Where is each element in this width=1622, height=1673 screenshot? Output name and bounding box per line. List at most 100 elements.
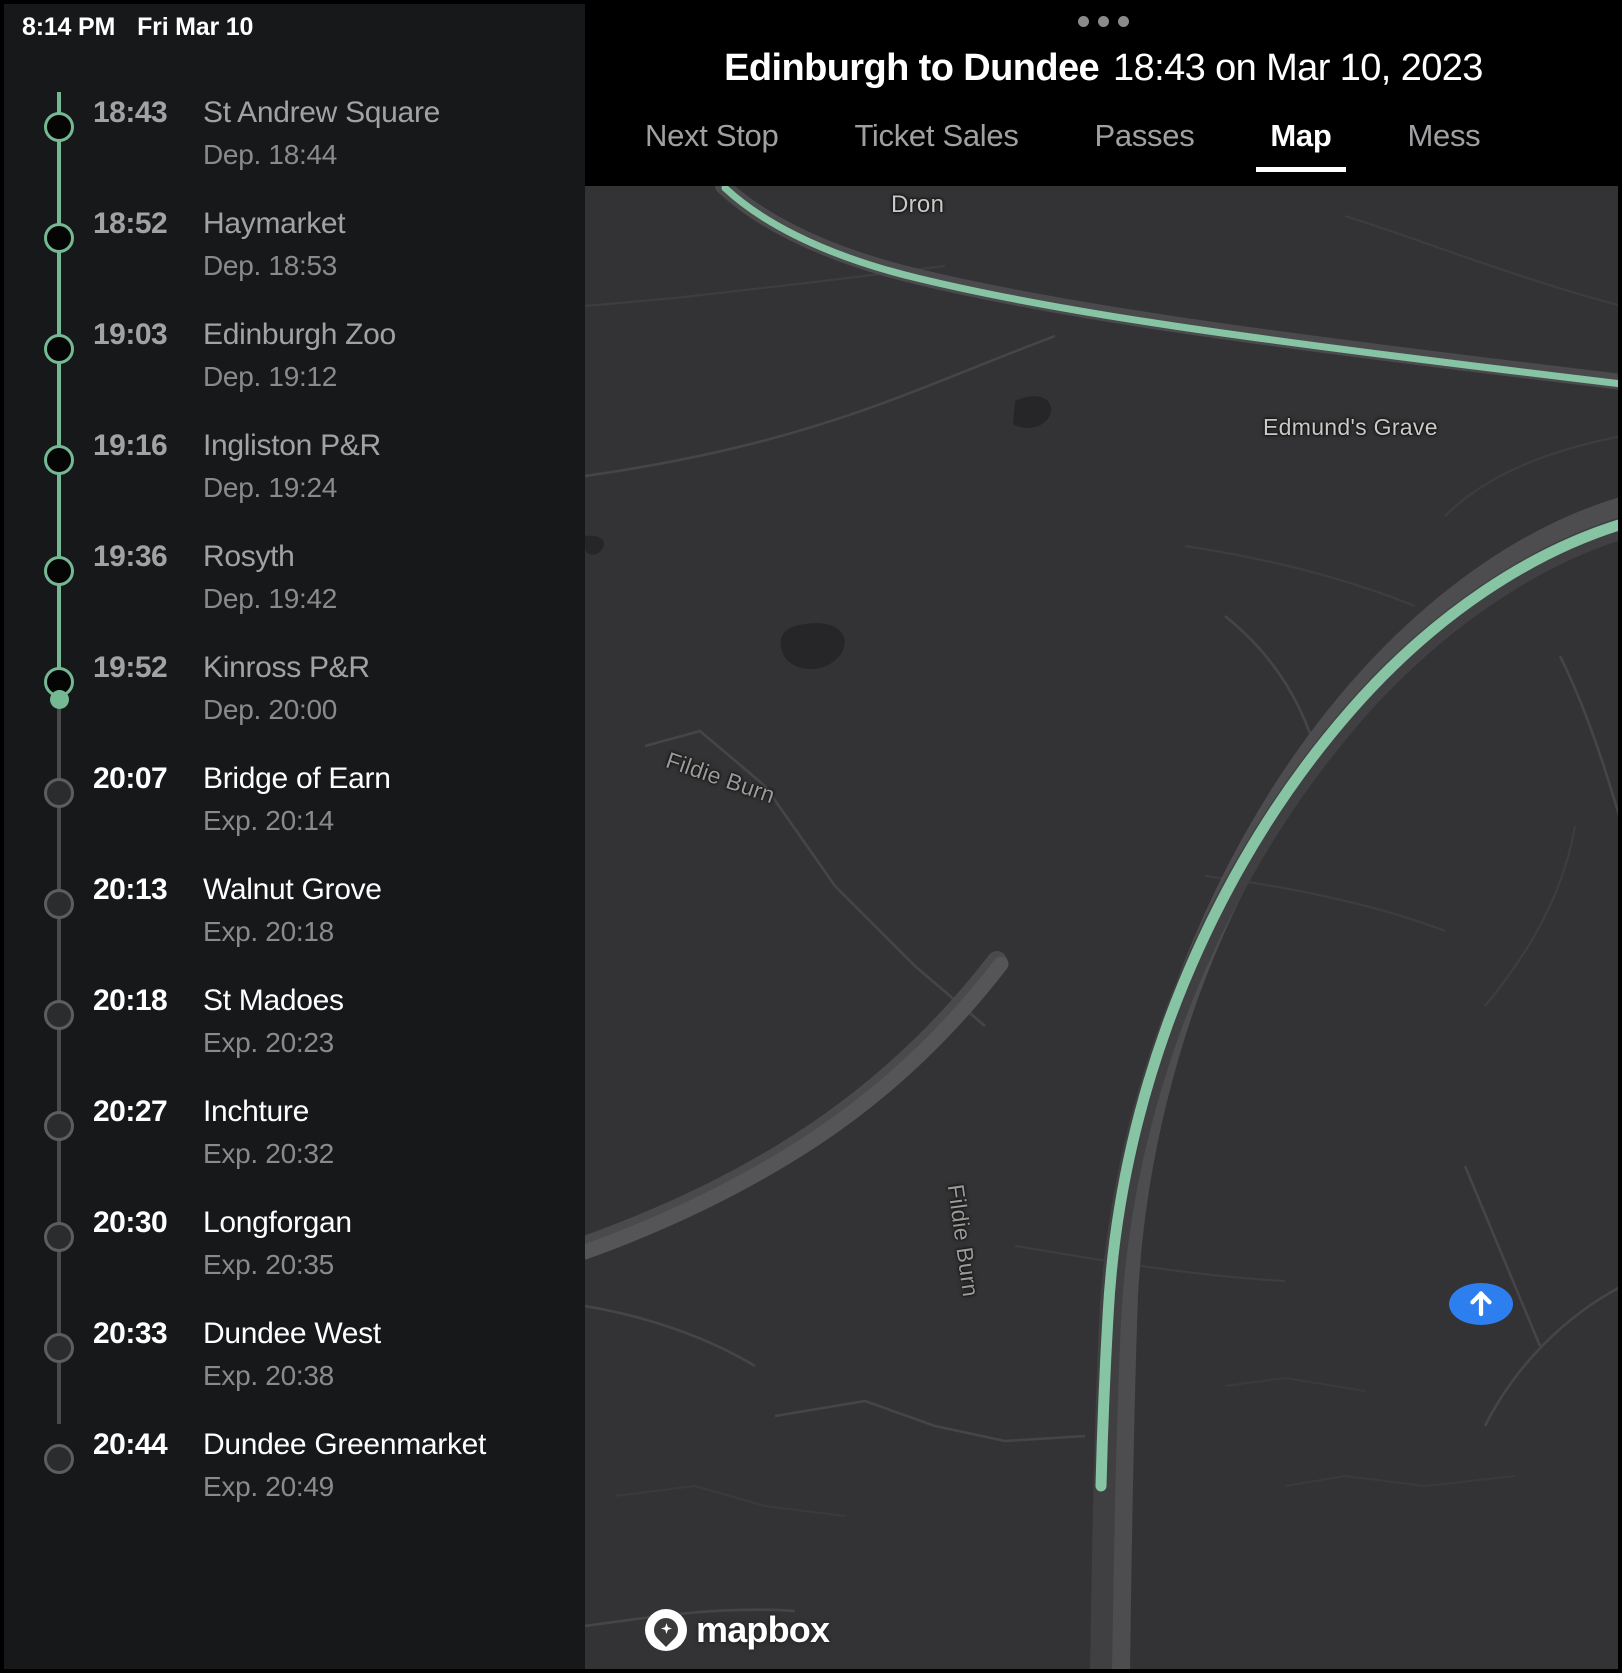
timeline-connector [57,1091,61,1202]
stop-row[interactable]: 18:52 Haymarket Dep. 18:53 [0,203,585,314]
trip-route-name: Edinburgh to Dundee [724,47,1100,89]
stop-name: St Madoes [203,984,344,1017]
stop-scheduled-time: 19:36 [93,540,168,573]
trip-tracker-app: 8:14 PM Fri Mar 10 18:43 St Andrew Square… [0,0,1622,1673]
timeline-connector [57,1313,61,1424]
stop-name: Haymarket [203,207,346,240]
stop-marker-dot [44,334,74,364]
tab-ticket-sales[interactable]: Ticket Sales [854,118,1018,172]
stop-row[interactable]: 20:33 Dundee West Exp. 20:38 [0,1313,585,1424]
mapbox-attribution[interactable]: mapbox [645,1609,830,1651]
stop-departure-time: Dep. 19:12 [203,361,337,392]
stop-scheduled-time: 20:44 [93,1428,168,1461]
map-canvas[interactable]: Dron Edmund's Grave Fildie Burn Fildie B… [585,186,1622,1673]
status-bar-date: Fri Mar 10 [137,12,254,41]
stop-name: Ingliston P&R [203,429,381,462]
drag-handle-icon[interactable] [585,16,1622,27]
stop-scheduled-time: 19:52 [93,651,168,684]
stop-row[interactable]: 20:44 Dundee Greenmarket Exp. 20:49 [0,1424,585,1535]
stop-name: Kinross P&R [203,651,370,684]
stop-list[interactable]: 18:43 St Andrew Square Dep. 18:44 18:52 Haym… [0,46,585,1535]
stop-row[interactable]: 20:07 Bridge of Earn Exp. 20:14 [0,758,585,869]
timeline-connector [57,1424,61,1535]
stop-departure-time: Dep. 20:00 [203,694,337,725]
timeline-connector [57,425,61,536]
stop-marker-dot [44,1111,74,1141]
stop-name: Walnut Grove [203,873,382,906]
stop-marker-dot [44,1333,74,1363]
arrow-up-icon [1470,1291,1492,1317]
stop-name: Dundee West [203,1317,381,1350]
stop-marker-dot [44,223,74,253]
tab-map[interactable]: Map [1256,118,1346,172]
stop-name: Edinburgh Zoo [203,318,396,351]
stop-name: Longforgan [203,1206,352,1239]
map-header: Edinburgh to Dundee 18:43 on Mar 10, 2023… [585,0,1622,186]
stop-scheduled-time: 19:03 [93,318,168,351]
map-vector-layer [585,186,1622,1673]
stop-departure-time: Dep. 19:42 [203,583,337,614]
stop-departure-time: Exp. 20:35 [203,1249,334,1280]
timeline-connector [57,980,61,1091]
tab-next-stop[interactable]: Next Stop [645,118,779,172]
status-bar: 8:14 PM Fri Mar 10 [0,0,585,46]
timeline-connector [57,203,61,314]
stop-row[interactable]: 18:43 St Andrew Square Dep. 18:44 [0,92,585,203]
tab-mess[interactable]: Mess [1408,118,1481,172]
stop-name: Rosyth [203,540,295,573]
tab-passes[interactable]: Passes [1095,118,1195,172]
stop-name: Dundee Greenmarket [203,1428,487,1461]
stop-row[interactable]: 20:13 Walnut Grove Exp. 20:18 [0,869,585,980]
timeline-connector [57,92,61,203]
status-bar-time: 8:14 PM [22,12,116,41]
vehicle-position-marker[interactable] [1449,1283,1513,1325]
stop-scheduled-time: 20:30 [93,1206,168,1239]
stop-row[interactable]: 19:16 Ingliston P&R Dep. 19:24 [0,425,585,536]
stop-scheduled-time: 20:27 [93,1095,168,1128]
stop-marker-dot [44,556,74,586]
stop-scheduled-time: 20:18 [93,984,168,1017]
stop-scheduled-time: 20:07 [93,762,168,795]
stop-departure-time: Exp. 20:14 [203,805,334,836]
stop-row[interactable]: 19:52 Kinross P&R Dep. 20:00 [0,647,585,758]
stop-row[interactable]: 19:03 Edinburgh Zoo Dep. 19:12 [0,314,585,425]
timeline-connector [57,314,61,425]
timeline-connector [57,536,61,647]
map-panel: Edinburgh to Dundee 18:43 on Mar 10, 2023… [585,0,1622,1673]
stop-scheduled-time: 19:16 [93,429,168,462]
stop-marker-dot [44,889,74,919]
stop-name: St Andrew Square [203,96,441,129]
mapbox-logo-icon [645,1609,687,1651]
stop-row[interactable]: 20:30 Longforgan Exp. 20:35 [0,1202,585,1313]
timeline-connector [57,1202,61,1313]
stop-departure-time: Dep. 18:53 [203,250,337,281]
stop-scheduled-time: 20:13 [93,873,168,906]
current-position-dot [49,690,69,709]
stop-marker-dot [44,1000,74,1030]
stop-row[interactable]: 19:36 Rosyth Dep. 19:42 [0,536,585,647]
trip-departure-time: 18:43 on Mar 10, 2023 [1113,47,1483,89]
stop-marker-dot [44,112,74,142]
stop-departure-time: Exp. 20:49 [203,1471,334,1502]
tab-bar[interactable]: Next Stop Ticket Sales Passes Map Mess [585,118,1622,186]
stop-scheduled-time: 20:33 [93,1317,168,1350]
timeline-connector [57,869,61,980]
stop-departure-time: Dep. 19:24 [203,472,337,503]
stop-departure-time: Exp. 20:18 [203,916,334,947]
stop-departure-time: Exp. 20:38 [203,1360,334,1391]
stop-row[interactable]: 20:27 Inchture Exp. 20:32 [0,1091,585,1202]
stop-scheduled-time: 18:52 [93,207,168,240]
stop-row[interactable]: 20:18 St Madoes Exp. 20:23 [0,980,585,1091]
trip-title: Edinburgh to Dundee 18:43 on Mar 10, 2023 [585,42,1622,102]
stop-departure-time: Exp. 20:32 [203,1138,334,1169]
stop-scheduled-time: 18:43 [93,96,168,129]
stop-departure-time: Exp. 20:23 [203,1027,334,1058]
timeline-connector [57,758,61,869]
stop-marker-dot [44,1444,74,1474]
stop-name: Inchture [203,1095,309,1128]
stop-marker-dot [44,445,74,475]
stop-marker-dot [44,1222,74,1252]
stop-list-sidebar: 8:14 PM Fri Mar 10 18:43 St Andrew Square… [0,0,585,1673]
stop-name: Bridge of Earn [203,762,391,795]
stop-marker-dot [44,778,74,808]
